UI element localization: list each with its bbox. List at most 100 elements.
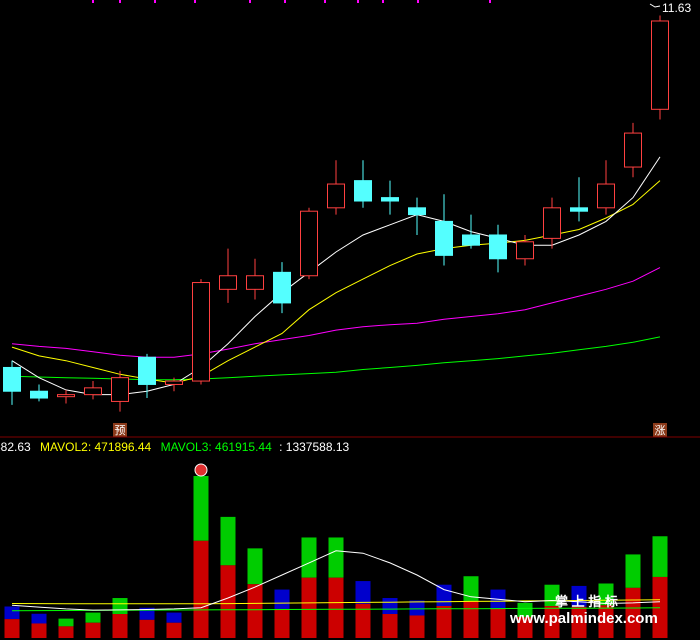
candle-body bbox=[165, 380, 183, 385]
volume-bar-lower bbox=[463, 600, 479, 638]
candle-body bbox=[327, 183, 345, 209]
signal-forecast-label-group: 预 bbox=[113, 423, 127, 437]
candle-body bbox=[435, 220, 453, 256]
volume-bar-lower bbox=[409, 615, 425, 638]
volume-bar-lower bbox=[382, 614, 398, 638]
candle-body bbox=[300, 210, 318, 277]
volume-bar bbox=[409, 600, 425, 638]
volume-bar-upper bbox=[112, 598, 128, 615]
candle-body bbox=[30, 390, 48, 399]
candle bbox=[111, 370, 129, 412]
volume-bar-lower bbox=[220, 565, 236, 638]
volume-bar-lower bbox=[139, 619, 155, 638]
candle bbox=[381, 180, 399, 215]
volume-bar-lower bbox=[247, 584, 263, 638]
candle bbox=[192, 279, 210, 385]
volume-bar-lower bbox=[31, 623, 47, 638]
ma20-line bbox=[11, 267, 661, 358]
volume-bar-lower bbox=[301, 577, 317, 638]
candle-body bbox=[570, 207, 588, 212]
candle-body bbox=[408, 207, 426, 216]
volume-bar-lower bbox=[274, 608, 290, 638]
volume-bar bbox=[328, 537, 344, 638]
watermark-title: 掌 上 指 标 bbox=[555, 594, 618, 609]
volume-bar-lower bbox=[4, 619, 20, 638]
candle bbox=[327, 160, 345, 215]
candle-body bbox=[651, 20, 669, 110]
candle bbox=[84, 381, 102, 400]
candle bbox=[300, 207, 318, 280]
candle bbox=[543, 197, 561, 249]
candle-body bbox=[516, 241, 534, 260]
volume-bar-upper bbox=[193, 476, 209, 541]
watermark-url: www.palmindex.com bbox=[509, 610, 658, 627]
candle-body bbox=[111, 377, 129, 402]
candle bbox=[138, 353, 156, 399]
volume-bar-upper bbox=[625, 554, 641, 588]
candle-body bbox=[543, 207, 561, 239]
volume-bar-upper bbox=[274, 589, 290, 609]
volume-bar bbox=[247, 548, 263, 638]
volume-bar bbox=[274, 589, 290, 638]
volume-bar-lower bbox=[193, 540, 209, 638]
mavol1-value: 382.63 bbox=[0, 440, 31, 454]
signal-rise-label-group: 涨 bbox=[653, 423, 667, 437]
volume-bar bbox=[139, 607, 155, 638]
candle-body bbox=[381, 197, 399, 202]
volume-bar bbox=[58, 618, 74, 638]
volume-bar-upper bbox=[328, 537, 344, 578]
candle-body bbox=[3, 366, 21, 392]
candle bbox=[435, 194, 453, 266]
stock-chart: 预涨 11.63 382.63 MAVOL2: 471896.44 MAVOL3… bbox=[0, 0, 700, 638]
signal-forecast-label: 预 bbox=[115, 424, 126, 437]
candle-body bbox=[489, 234, 507, 260]
volume-bar-upper bbox=[166, 612, 182, 623]
volume-bar-upper bbox=[4, 606, 20, 620]
volume-bar-upper bbox=[652, 536, 668, 577]
volume-bar bbox=[490, 589, 506, 638]
candle-body bbox=[192, 282, 210, 382]
volume-bar-upper bbox=[382, 598, 398, 615]
volume-bar-upper bbox=[220, 516, 236, 566]
volume-bar-upper bbox=[85, 612, 101, 623]
volume-bar bbox=[220, 516, 236, 638]
candle-body bbox=[219, 275, 237, 290]
volume-bar bbox=[85, 612, 101, 638]
candle bbox=[597, 160, 615, 215]
volume-bar-upper bbox=[58, 618, 74, 627]
volume-bar-upper bbox=[301, 537, 317, 578]
candle bbox=[651, 15, 669, 120]
ma60-line bbox=[11, 336, 661, 381]
volume-bar-upper bbox=[409, 600, 425, 616]
volume-max-value: : 1337588.13 bbox=[279, 440, 349, 454]
mavol3-value: MAVOL3: 461915.44 bbox=[161, 440, 273, 454]
candle bbox=[3, 360, 21, 405]
candle-body bbox=[84, 387, 102, 396]
peak-volume-marker bbox=[194, 463, 208, 477]
volume-bar bbox=[463, 576, 479, 638]
volume-bar-lower bbox=[436, 606, 452, 638]
volume-header: 382.63 MAVOL2: 471896.44 MAVOL3: 461915.… bbox=[0, 440, 350, 454]
candle-body bbox=[57, 394, 75, 398]
volume-bar bbox=[4, 606, 20, 638]
volume-bar bbox=[31, 613, 47, 638]
price-plot: 预涨 bbox=[3, 3, 669, 437]
candle-body bbox=[597, 183, 615, 209]
volume-bar-upper bbox=[436, 584, 452, 607]
volume-bar bbox=[166, 612, 182, 638]
candle bbox=[489, 224, 507, 273]
volume-bar-upper bbox=[355, 581, 371, 604]
candle bbox=[219, 248, 237, 303]
volume-bar-lower bbox=[328, 577, 344, 638]
candle bbox=[570, 177, 588, 222]
volume-bar-upper bbox=[247, 548, 263, 585]
candle-body bbox=[462, 234, 480, 246]
volume-bar-lower bbox=[112, 614, 128, 638]
candle bbox=[354, 160, 372, 208]
candle-body bbox=[246, 275, 264, 290]
candle-body bbox=[273, 271, 291, 304]
candle bbox=[624, 122, 642, 178]
top-tick-marks bbox=[92, 0, 491, 3]
volume-bar bbox=[382, 598, 398, 638]
last-price-label: 11.63 bbox=[662, 1, 691, 15]
